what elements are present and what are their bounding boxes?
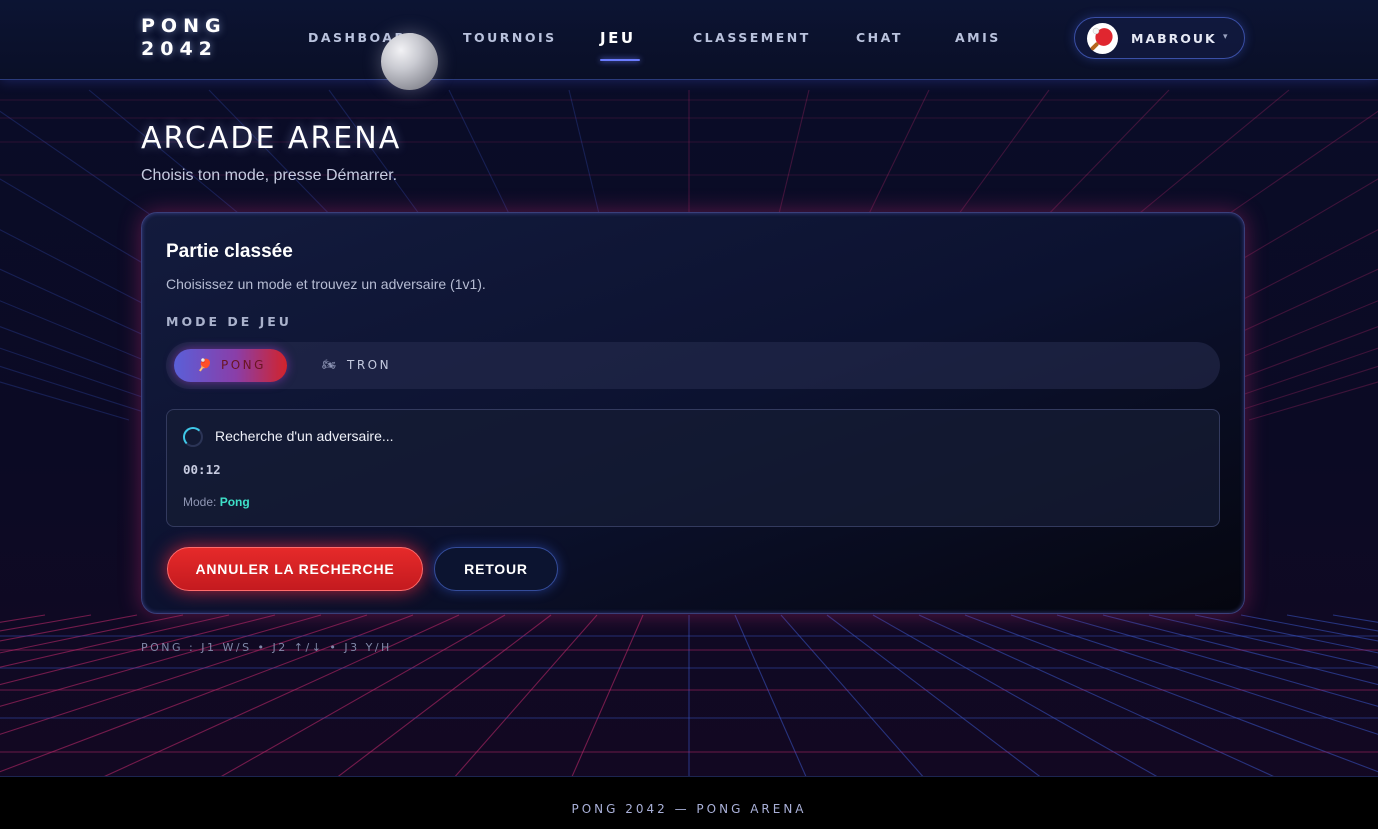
search-mode-line: Mode: Pong — [183, 495, 250, 509]
search-mode-prefix: Mode: — [183, 495, 217, 509]
mode-tron-label: TRON — [347, 358, 392, 372]
nav-classement[interactable]: CLASSEMENT — [693, 30, 811, 45]
nav-chat[interactable]: CHAT — [856, 30, 903, 45]
top-navigation-bar: PONG 2042 DASHBOARD TOURNOIS JEU CLASSEM… — [0, 0, 1378, 80]
user-name: MABROUK — [1131, 31, 1217, 46]
back-button[interactable]: RETOUR — [434, 547, 558, 591]
page-subtitle: Choisis ton mode, presse Démarrer. — [141, 167, 398, 184]
chevron-down-icon: ▾ — [1223, 31, 1228, 41]
nav-tournois[interactable]: TOURNOIS — [463, 30, 557, 45]
footer: PONG 2042 — PONG ARENA — [0, 776, 1378, 829]
nav-amis[interactable]: AMIS — [955, 30, 1001, 45]
avatar — [1087, 23, 1118, 54]
page-title: ARCADE ARENA — [141, 121, 402, 156]
active-nav-indicator — [600, 59, 640, 61]
mode-section-label: MODE DE JEU — [166, 314, 292, 329]
card-description: Choisissez un mode et trouvez un adversa… — [166, 276, 486, 292]
mode-pong-button[interactable]: 🏓 PONG — [174, 349, 287, 382]
card-title: Partie classée — [166, 241, 293, 262]
search-mode-value: Pong — [219, 495, 250, 509]
logo-line-1: PONG — [141, 15, 227, 37]
ping-pong-paddle-icon — [1090, 27, 1113, 51]
mode-tron-button[interactable]: 🏍 TRON — [316, 349, 406, 382]
loading-spinner-icon — [183, 427, 203, 447]
game-mode-selector: 🏓 PONG 🏍 TRON — [166, 342, 1220, 389]
mode-pong-label: PONG — [221, 358, 266, 372]
matchmaking-status-panel: Recherche d'un adversaire... 00:12 Mode:… — [166, 409, 1220, 527]
light-cycle-icon: 🏍 — [322, 359, 336, 371]
ranked-match-card: Partie classée Choisissez un mode et tro… — [141, 212, 1245, 614]
logo-line-2: 2042 — [141, 38, 218, 60]
footer-text: PONG 2042 — PONG ARENA — [571, 802, 807, 816]
search-status-text: Recherche d'un adversaire... — [215, 428, 394, 444]
search-timer: 00:12 — [183, 462, 221, 477]
nav-jeu[interactable]: JEU — [600, 29, 636, 47]
user-menu-button[interactable]: MABROUK ▾ — [1074, 17, 1245, 59]
decorative-pong-ball — [381, 33, 438, 90]
cancel-search-button[interactable]: ANNULER LA RECHERCHE — [167, 547, 423, 591]
ping-pong-paddle-icon: 🏓 — [197, 358, 212, 372]
controls-hint: PONG : J1 W/S • J2 ↑/↓ • J3 Y/H — [141, 641, 392, 654]
app-logo[interactable]: PONG 2042 — [141, 15, 227, 61]
